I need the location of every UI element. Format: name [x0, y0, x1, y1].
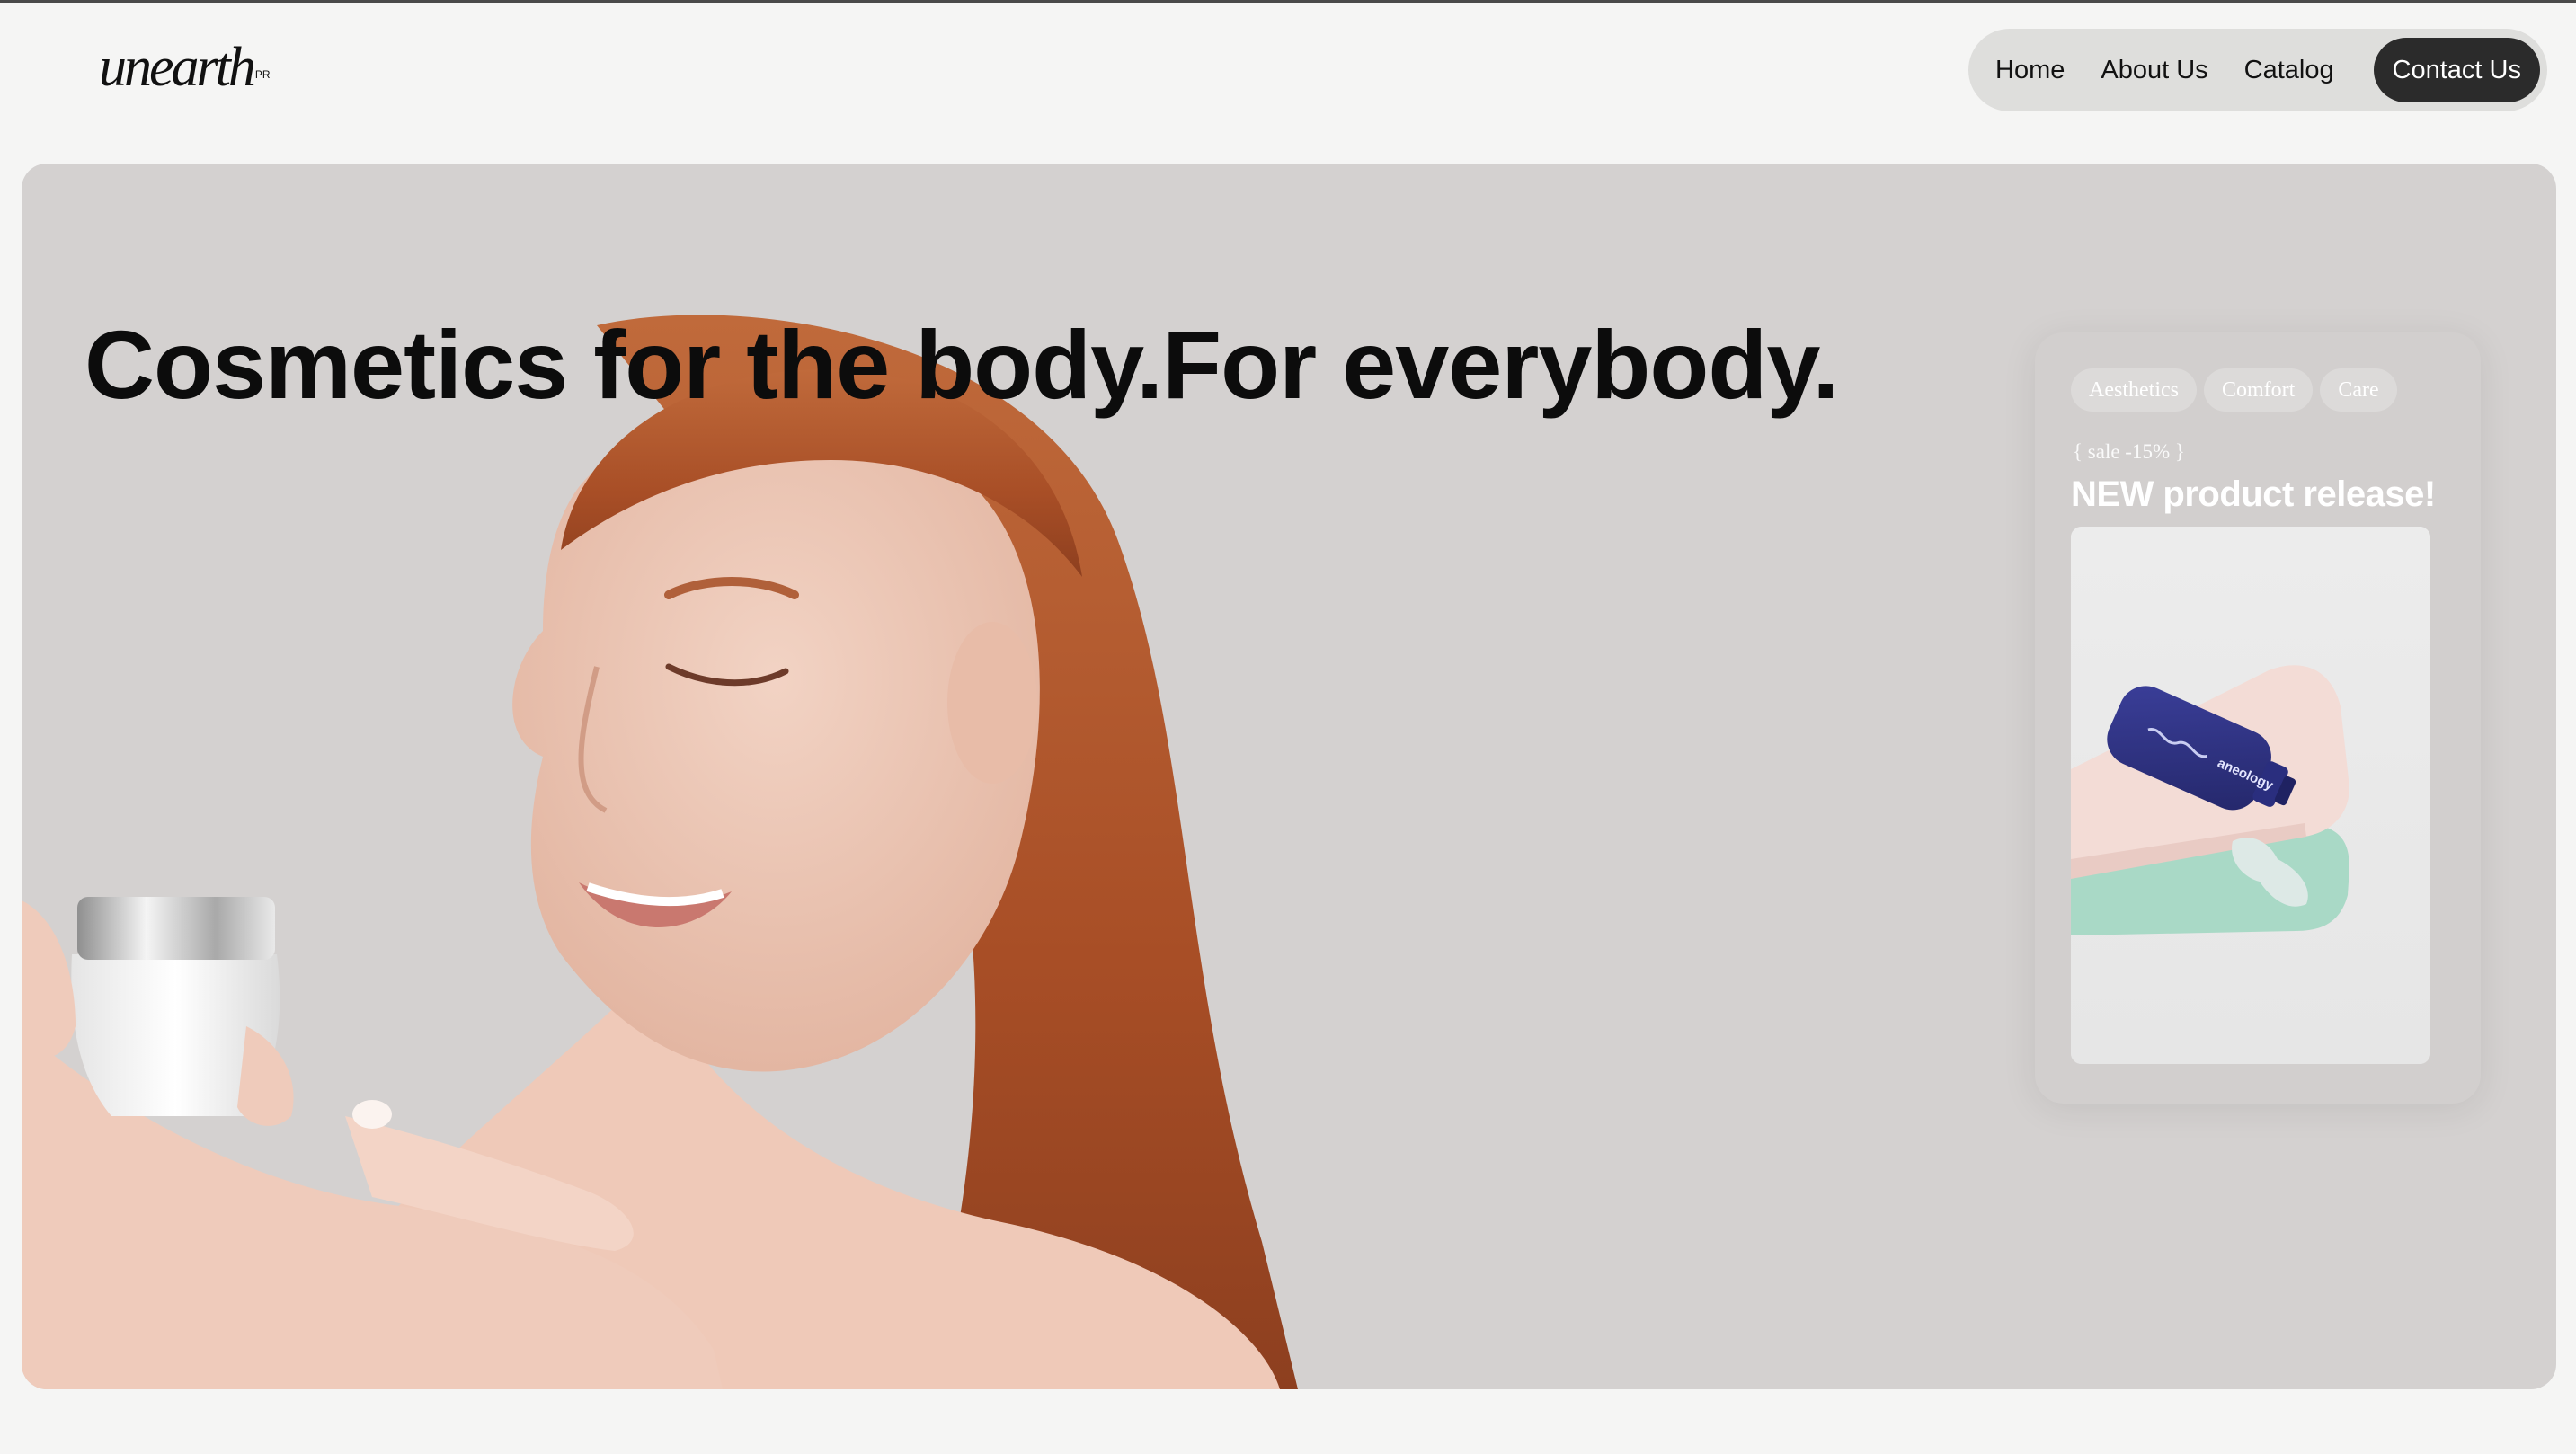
- hero-headline-bold: For everybody.: [1162, 310, 1839, 419]
- product-bottle-illustration: aneology: [2071, 527, 2430, 1064]
- tag-comfort[interactable]: Comfort: [2203, 368, 2314, 412]
- hero-headline: Cosmetics for the body.For everybody.: [84, 310, 1839, 419]
- contact-us-button[interactable]: Contact Us: [2373, 38, 2540, 102]
- nav-home-link[interactable]: Home: [1995, 57, 2065, 84]
- promo-card: Aesthetics Comfort Care { sale -15% } NE…: [2035, 332, 2481, 1104]
- nav-catalog-link[interactable]: Catalog: [2244, 57, 2334, 84]
- main-nav: Home About Us Catalog Contact Us: [1968, 29, 2547, 111]
- brand-logo[interactable]: unearth PR: [99, 36, 271, 99]
- tag-list: Aesthetics Comfort Care: [2071, 368, 2397, 412]
- tag-care[interactable]: Care: [2320, 368, 2397, 412]
- logo-trademark: PR: [254, 68, 271, 81]
- promo-title: NEW product release!: [2071, 474, 2436, 514]
- hero-banner: Cosmetics for the body.For everybody. Ae…: [22, 164, 2556, 1389]
- window-top-border: [0, 0, 2576, 3]
- tag-aesthetics[interactable]: Aesthetics: [2071, 368, 2197, 412]
- product-image[interactable]: aneology: [2071, 527, 2430, 1064]
- sale-label: { sale -15% }: [2073, 440, 2185, 463]
- nav-about-link[interactable]: About Us: [2101, 57, 2207, 84]
